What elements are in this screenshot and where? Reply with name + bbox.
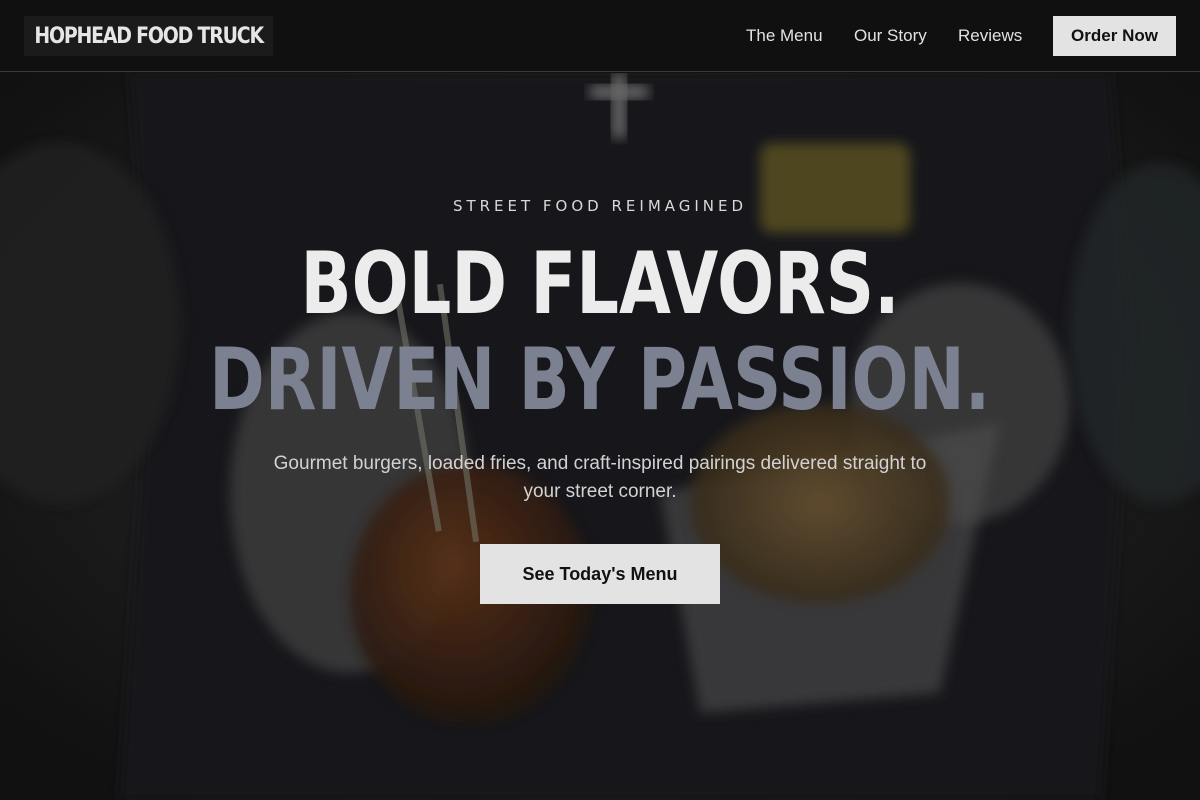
nav-link-our-story[interactable]: Our Story <box>854 24 927 48</box>
brand-logo[interactable]: HOPHEAD FOOD TRUCK <box>24 16 274 56</box>
hero-overlay <box>0 73 1200 800</box>
nav-link-reviews[interactable]: Reviews <box>958 24 1022 48</box>
nav-link-menu[interactable]: The Menu <box>746 24 823 48</box>
hero-headline-line1: BOLD FLAVORS. <box>300 234 900 334</box>
hero-subtext: Gourmet burgers, loaded fries, and craft… <box>273 453 927 502</box>
hero-headline-line2: DRIVEN BY PASSION. <box>209 330 991 430</box>
hero-eyebrow: STREET FOOD REIMAGINED <box>452 197 748 215</box>
hero-section <box>0 73 1200 800</box>
site-header: HOPHEAD FOOD TRUCK The Menu Our Story Re… <box>0 0 1200 72</box>
order-now-button[interactable]: Order Now <box>1053 16 1176 56</box>
see-todays-menu-button[interactable]: See Today's Menu <box>480 544 720 604</box>
